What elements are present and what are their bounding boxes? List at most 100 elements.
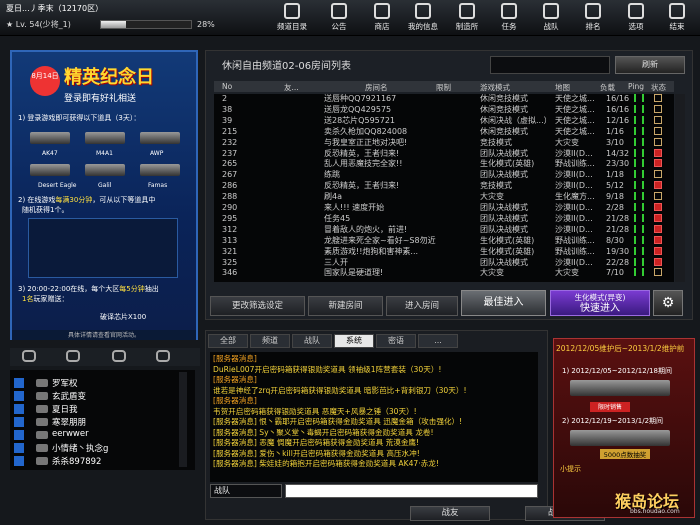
edit-tab-icon[interactable] (156, 350, 170, 362)
table-row[interactable]: 232 与我皇室正正地对决吧! 竞技模式 大灾变 3/10 (214, 137, 674, 148)
table-row[interactable]: 288 刷4a 大灾变 生化魔方... 9/18 (214, 192, 674, 202)
rank-icon (36, 405, 48, 413)
nav-mission-button[interactable]: 任务 (492, 0, 526, 36)
table-row[interactable]: 237 反恐精英，王者归来! 团队决战模式 沙漠II(D... 14/32 (214, 148, 674, 159)
lock-status-icon (654, 126, 662, 135)
ad-price: 5000点数抽奖 (600, 449, 650, 459)
nav-label: 公告 (331, 22, 347, 31)
nav-factory-button[interactable]: 制造所 (450, 0, 484, 36)
chat-tab-system[interactable]: 系统 (334, 334, 374, 348)
friend-tab-icon[interactable] (22, 350, 36, 362)
chat-input[interactable] (285, 484, 538, 498)
room-load: 5/12 (606, 181, 624, 191)
promo-step3: 3) 20:00-22:00在线，每个大区每5分钟抽出 (18, 285, 159, 293)
best-enter-button[interactable]: 最佳进入 (461, 290, 546, 316)
header-status[interactable]: 状态 (651, 82, 666, 93)
header-mode[interactable]: 游戏模式 (480, 82, 510, 93)
clan-tab-icon[interactable] (112, 350, 126, 362)
friends-button[interactable]: 战友 (410, 506, 490, 521)
friend-name: 寒翠朋朋 (52, 418, 87, 428)
lock-status-icon (654, 104, 662, 113)
table-row[interactable]: 295 任务45 团队决战模式 沙漠II(D... 21/28 (214, 213, 674, 224)
chat-tab-clan[interactable]: 战队 (292, 334, 332, 348)
xp-fill (101, 21, 127, 28)
table-row[interactable]: 321 素质游戏!!炮狗和害神素... 生化模式(英雄) 野战训练... 19/30 (214, 246, 674, 257)
room-map: 天使之城... (555, 115, 595, 125)
quick-mode-button[interactable]: 生化模式(异变) 快速进入 (550, 290, 650, 316)
chat-tab-all[interactable]: 全部 (208, 334, 248, 348)
chat-channel-select[interactable]: 战队 (210, 484, 282, 498)
header-limit[interactable]: 限制 (436, 82, 451, 93)
list-item[interactable]: 小情绪丶执念g (14, 441, 184, 454)
header-friend[interactable]: 友... (284, 82, 299, 93)
list-item[interactable]: 杀杀897892 (14, 454, 184, 467)
table-row[interactable]: 215 卖杀久枪加QQ824008 休闲竞技模式 天使之城... 1/16 (214, 126, 674, 137)
trophy-icon (585, 3, 601, 19)
list-item[interactable]: 玄武盾变 (14, 389, 184, 402)
chat-tab-channel[interactable]: 频道 (250, 334, 290, 348)
mission-icon (501, 3, 517, 19)
chat-tab-whisper[interactable]: 密语 (376, 334, 416, 348)
header-map[interactable]: 地图 (555, 82, 570, 93)
room-mode: 团队决战模式 (480, 213, 528, 223)
create-room-button[interactable]: 新建房间 (308, 296, 383, 316)
table-row[interactable]: 265 乱人用恶魔技完全家!! 生化模式(英雄) 野战训练... 23/30 (214, 159, 674, 169)
refresh-button[interactable]: 刷新 (615, 56, 685, 74)
list-item[interactable]: 夏日我 (14, 402, 184, 415)
chat-tab-more[interactable]: ... (418, 334, 458, 348)
nav-options-button[interactable]: 选项 (619, 0, 653, 36)
header-room-name[interactable]: 房间名 (365, 82, 388, 93)
header-load[interactable]: 负载 (600, 82, 615, 93)
nav-exit-button[interactable]: 结束 (660, 0, 694, 36)
nav-announcement-button[interactable]: 公告 (322, 0, 356, 36)
enter-room-button[interactable]: 进入房间 (386, 296, 458, 316)
list-item[interactable]: 寒翠朋朋 (14, 415, 184, 428)
room-name: 任务45 (324, 213, 351, 223)
friend-name: 夏日我 (52, 405, 78, 415)
mode-settings-button[interactable]: ⚙ (653, 290, 683, 316)
header-no[interactable]: No (222, 82, 232, 91)
table-row[interactable]: 2 送唇种QQ7921167 休闲竞技模式 天使之城... 16/16 (214, 94, 674, 104)
filter-button[interactable]: 更改筛选设定 (210, 296, 305, 316)
promo-step1: 1) 登录游戏即可获得以下道具（3天）： (18, 114, 141, 122)
table-row[interactable]: 38 送唇龙QQ429575 休闲竞技模式 天使之城... 16/16 (214, 104, 674, 115)
gun-label: Famas (148, 182, 168, 189)
room-name: 练跳 (324, 170, 340, 180)
ping-icon (634, 148, 644, 157)
list-item[interactable]: 罗军权 (14, 376, 184, 389)
rank-icon (36, 444, 48, 452)
table-row[interactable]: 325 三人开 团队决战模式 沙漠II(D... 22/28 (214, 257, 674, 268)
table-row[interactable]: 267 练跳 团队决战模式 沙漠II(D... 1/18 (214, 170, 674, 180)
table-row[interactable]: 312 冒着敌人的炮火，前进! 团队决战模式 沙漠II(D... 21/28 (214, 224, 674, 235)
nav-label: 我的信息 (408, 22, 438, 31)
nav-profile-button[interactable]: 我的信息 (406, 0, 440, 36)
table-row[interactable]: 39 送28芯片Q595721 休闲决战（虚拟...） 天使之城... 12/16 (214, 115, 674, 126)
nav-clan-button[interactable]: 战队 (534, 0, 568, 36)
nav-shop-button[interactable]: 商店 (365, 0, 399, 36)
xp-percent: 28% (197, 20, 215, 29)
room-search-input[interactable] (490, 56, 610, 74)
gun-icon (570, 430, 670, 446)
room-no: 286 (222, 181, 238, 191)
room-no: 295 (222, 213, 238, 223)
gear-icon (628, 3, 644, 19)
chat-line: [服务器消息] (213, 354, 257, 363)
nav-rank-button[interactable]: 排名 (576, 0, 610, 36)
table-row[interactable]: 290 来人!!! 速度开始 团队决战模式 沙漠II(D... 2/28 (214, 203, 674, 213)
status-icon (14, 430, 24, 440)
table-row[interactable]: 286 反恐精英，王者归来! 竞技模式 沙漠II(D... 5/12 (214, 181, 674, 191)
room-map: 沙漠II(D... (555, 170, 593, 180)
room-scrollbar[interactable] (675, 94, 685, 282)
gear-icon: ⚙ (661, 295, 675, 311)
group-tab-icon[interactable] (66, 350, 80, 362)
friend-scrollbar[interactable] (179, 372, 187, 467)
nav-channel-button[interactable]: 频道目录 (275, 0, 309, 36)
table-row[interactable]: 346 国家队是硬道理! 大灾变 大灾变 7/10 (214, 268, 674, 278)
promo-title: 精英纪念日 (64, 67, 154, 88)
list-item[interactable]: eerwwer (14, 428, 184, 441)
room-map: 沙漠II(D... (555, 181, 593, 191)
header-ping[interactable]: Ping (628, 82, 644, 91)
room-map: 大灾变 (555, 268, 579, 278)
table-row[interactable]: 313 龙艘进来死全家~看好~S8勿近 生化模式(英雄) 野战训练... 8/30 (214, 235, 674, 246)
gun-icon (85, 164, 125, 176)
